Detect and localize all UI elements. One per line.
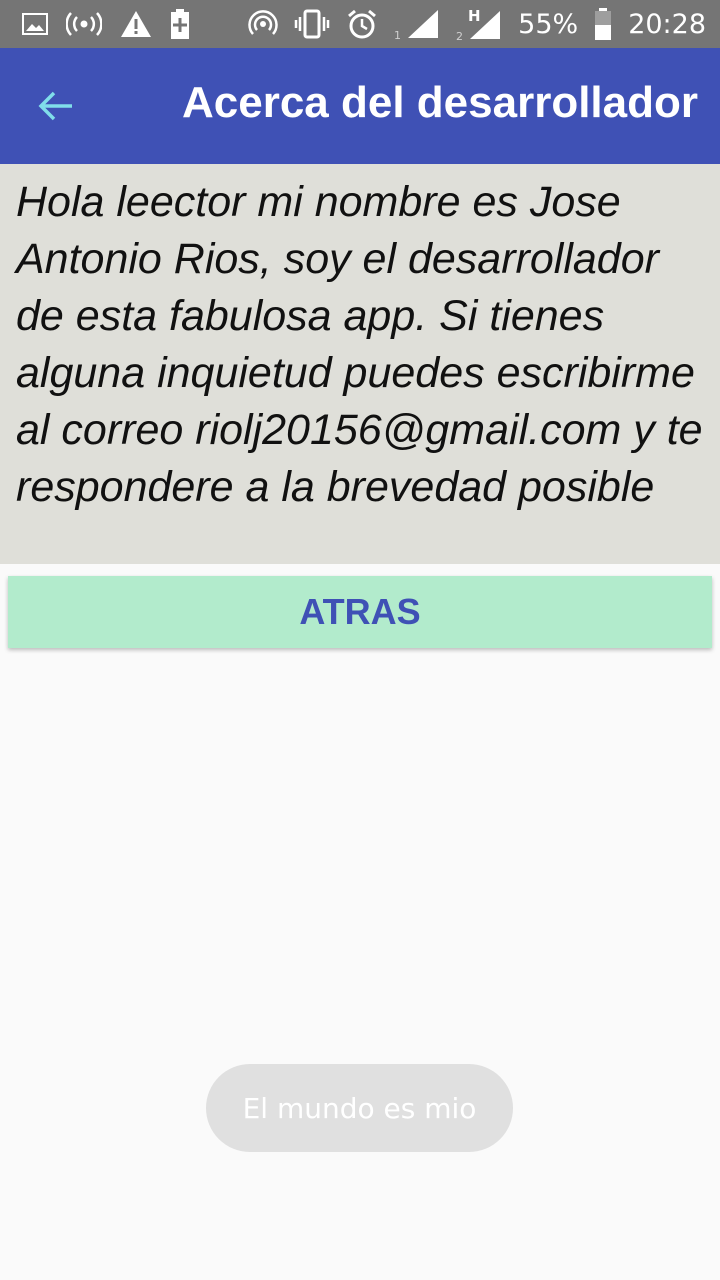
alarm-icon xyxy=(346,8,378,40)
back-button[interactable]: ATRAS xyxy=(8,576,712,648)
battery-percent: 55% xyxy=(518,8,579,40)
battery-icon xyxy=(594,8,612,40)
wireless-icon xyxy=(248,9,278,39)
hotspot-icon xyxy=(66,11,102,37)
image-icon xyxy=(22,13,48,35)
back-arrow-icon[interactable] xyxy=(36,86,76,126)
vibrate-icon xyxy=(294,9,330,39)
sim2-label: 2 xyxy=(456,30,463,41)
developer-info-panel: Hola leector mi nombre es Jose Antonio R… xyxy=(0,164,720,564)
status-bar: 1 2H 55% 20:28 xyxy=(0,0,720,48)
warning-icon xyxy=(120,10,152,38)
toast-message: El mundo es mio xyxy=(206,1064,513,1152)
developer-info-text: Hola leector mi nombre es Jose Antonio R… xyxy=(16,178,703,511)
signal-1-icon: 1 xyxy=(394,8,440,40)
page-title: Acerca del desarrollador xyxy=(181,78,698,127)
clock: 20:28 xyxy=(628,8,706,40)
battery-plus-icon xyxy=(170,9,190,39)
app-bar: Acerca del desarrollador xyxy=(0,48,720,164)
sim1-label: 1 xyxy=(394,29,401,40)
signal-2-h-icon: 2H xyxy=(456,7,502,41)
network-type-label: H xyxy=(468,7,481,25)
